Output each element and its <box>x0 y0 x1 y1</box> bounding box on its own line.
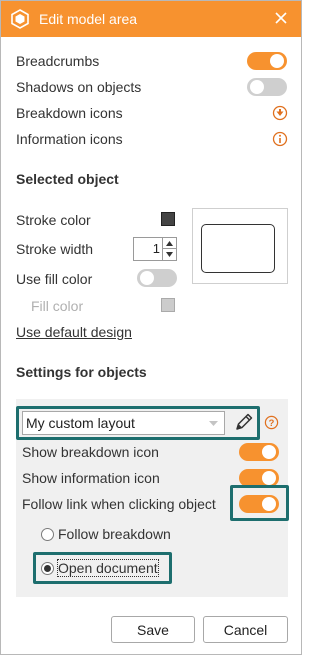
stroke-width-value[interactable]: 1 <box>153 241 160 256</box>
shadows-label: Shadows on objects <box>16 79 142 95</box>
follow-breakdown-label[interactable]: Follow breakdown <box>58 526 171 542</box>
cancel-button[interactable]: Cancel <box>203 616 288 643</box>
show-breakdown-icon-toggle[interactable] <box>239 443 279 461</box>
use-fill-color-toggle[interactable] <box>137 269 177 287</box>
toggle-highlight <box>230 485 289 521</box>
close-icon[interactable] <box>271 8 291 28</box>
stroke-width-stepper[interactable]: 1 <box>133 237 177 261</box>
help-icon[interactable]: ? <box>264 415 279 430</box>
down-arrow-circle-icon[interactable] <box>272 105 288 121</box>
app-logo-icon <box>11 9 29 29</box>
fill-color-label: Fill color <box>31 298 84 314</box>
fill-color-swatch <box>161 298 175 312</box>
selected-object-heading: Selected object <box>16 171 119 187</box>
dialog-title: Edit model area <box>39 11 138 27</box>
info-circle-icon[interactable] <box>272 131 288 147</box>
stepper-up-icon[interactable] <box>163 238 176 249</box>
save-button[interactable]: Save <box>111 616 195 643</box>
information-icons-label: Information icons <box>16 131 123 147</box>
stroke-width-label: Stroke width <box>16 241 94 257</box>
stroke-color-label: Stroke color <box>16 212 91 228</box>
stepper-down-icon[interactable] <box>163 249 176 260</box>
follow-breakdown-radio[interactable] <box>41 528 54 541</box>
dialog-titlebar: Edit model area <box>1 1 301 37</box>
preview-shape <box>201 224 275 273</box>
use-default-design-link[interactable]: Use default design <box>16 324 132 340</box>
svg-text:?: ? <box>269 418 275 428</box>
edit-model-area-dialog: Edit model area Breadcrumbs Shadows on o… <box>0 0 302 655</box>
breakdown-icons-label: Breakdown icons <box>16 105 123 121</box>
dropdown-highlight <box>16 406 260 440</box>
design-preview <box>192 208 288 284</box>
follow-link-label: Follow link when clicking object <box>22 496 216 512</box>
use-fill-color-label: Use fill color <box>16 271 93 287</box>
show-information-icon-label: Show information icon <box>22 470 160 486</box>
breadcrumbs-toggle[interactable] <box>247 52 287 70</box>
stroke-color-swatch[interactable] <box>161 212 175 226</box>
settings-for-objects-heading: Settings for objects <box>16 364 147 380</box>
radio-highlight <box>33 552 172 584</box>
show-breakdown-icon-label: Show breakdown icon <box>22 444 159 460</box>
breadcrumbs-label: Breadcrumbs <box>16 53 100 69</box>
shadows-toggle[interactable] <box>247 78 287 96</box>
